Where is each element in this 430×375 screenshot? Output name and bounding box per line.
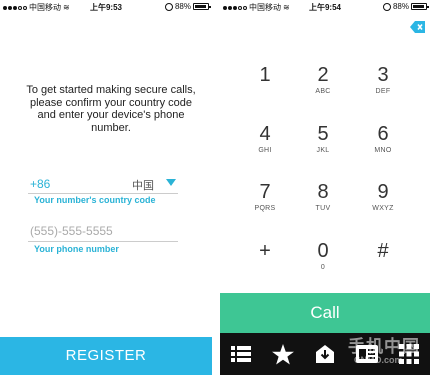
key-digit: 9 <box>377 181 389 203</box>
key-1[interactable]: 1 <box>235 64 295 88</box>
phone-number-input[interactable] <box>30 223 176 239</box>
battery-percent: 88% <box>392 2 409 11</box>
phone-number-label: Your phone number <box>34 244 119 254</box>
key-6[interactable]: 6 MNO <box>353 123 413 154</box>
country-code-selector[interactable]: +86 中国 <box>28 174 178 194</box>
tab-directory[interactable] <box>312 341 338 367</box>
key-plus[interactable]: + <box>235 240 295 264</box>
key-8[interactable]: 8 TUV <box>293 181 353 212</box>
key-digit: 1 <box>259 64 271 86</box>
status-bar: 中国移动 ≋ 上午9:53 88% <box>0 0 212 14</box>
key-digit: 5 <box>317 123 329 145</box>
key-4[interactable]: 4 GHI <box>235 123 295 154</box>
key-digit: 2 <box>317 64 329 86</box>
call-button[interactable]: Call <box>220 293 430 333</box>
key-7[interactable]: 7 PQRS <box>235 181 295 212</box>
key-digit: # <box>377 240 389 262</box>
country-code-value: +86 <box>30 177 51 191</box>
key-letters: WXYZ <box>372 205 394 212</box>
key-letters: 0 <box>320 264 326 271</box>
key-hash[interactable]: # <box>353 240 413 264</box>
key-3[interactable]: 3 DEF <box>353 64 413 95</box>
download-icon <box>316 345 334 363</box>
battery-icon <box>411 3 429 10</box>
key-letters: JKL <box>316 147 330 154</box>
list-icon <box>231 346 251 362</box>
key-letters: ABC <box>315 88 331 95</box>
key-5[interactable]: 5 JKL <box>293 123 353 154</box>
alarm-icon <box>164 2 173 11</box>
battery-icon <box>193 3 211 10</box>
star-icon <box>272 343 294 365</box>
key-digit: 0 <box>317 240 329 262</box>
dialer-screen: 中国移动 ≋ 上午9:54 88% 1 2 ABC 3 DEF 4 GHI 5 … <box>220 0 430 375</box>
key-letters: DEF <box>375 88 391 95</box>
tab-favorites[interactable] <box>270 341 296 367</box>
dropdown-arrow-icon[interactable] <box>166 179 176 186</box>
key-digit: 4 <box>259 123 271 145</box>
battery-percent: 88% <box>174 2 191 11</box>
key-digit: 7 <box>259 181 271 203</box>
screen-divider <box>212 0 220 375</box>
key-digit: 3 <box>377 64 389 86</box>
registration-screen: 中国移动 ≋ 上午9:53 88% To get started making … <box>0 0 212 375</box>
register-button[interactable]: REGISTER <box>0 337 212 375</box>
key-letters: GHI <box>258 147 272 154</box>
watermark-subtext: CNMO.com <box>354 355 403 365</box>
key-digit: 8 <box>317 181 329 203</box>
key-letters: TUV <box>315 205 331 212</box>
status-bar: 中国移动 ≋ 上午9:54 88% <box>220 0 430 14</box>
watermark-text: 手机中国 <box>348 337 420 356</box>
country-code-label: Your number's country code <box>34 195 156 205</box>
intro-text: To get started making secure calls, plea… <box>26 84 196 134</box>
tab-recents[interactable] <box>228 341 254 367</box>
key-digit: 6 <box>377 123 389 145</box>
key-letters: MNO <box>374 147 392 154</box>
key-0[interactable]: 0 0 <box>293 240 353 271</box>
backspace-icon[interactable] <box>410 20 426 34</box>
alarm-icon <box>382 2 391 11</box>
key-9[interactable]: 9 WXYZ <box>353 181 413 212</box>
key-2[interactable]: 2 ABC <box>293 64 353 95</box>
phone-field-wrapper <box>28 222 178 242</box>
country-name: 中国 <box>132 180 154 192</box>
key-letters: PQRS <box>254 205 276 212</box>
key-digit: + <box>259 240 271 262</box>
